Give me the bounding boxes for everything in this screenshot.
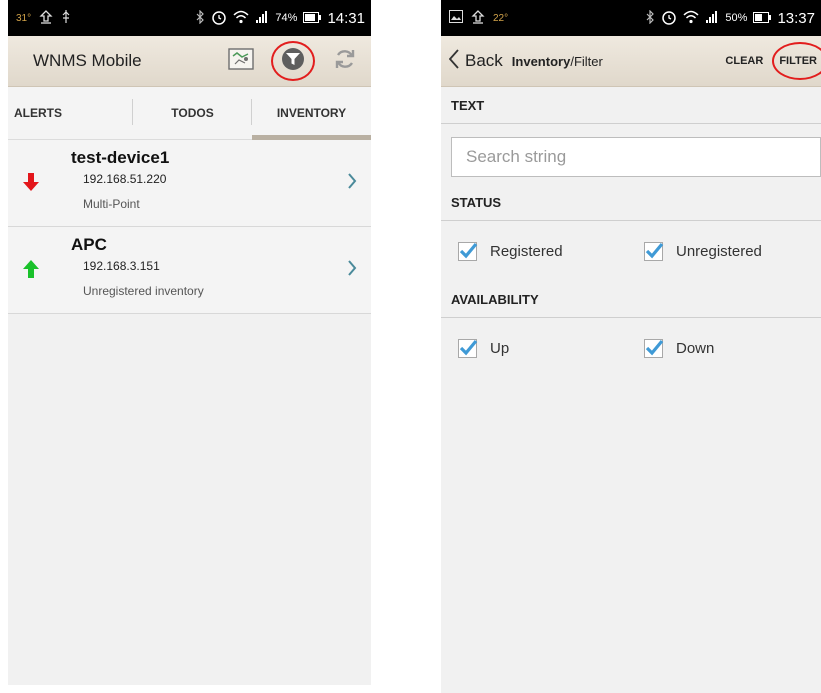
inventory-list: test-device1 192.168.51.220 Multi-Point … [8, 140, 371, 314]
upload-icon [471, 9, 485, 27]
back-label: Back [465, 51, 503, 70]
device-ip: 192.168.3.151 [83, 259, 160, 273]
arrow-up-icon [22, 259, 40, 279]
back-chevron-icon [448, 48, 459, 74]
status-options: Registered Unregistered [441, 221, 821, 281]
status-bar: 31° 74% 14:31 [8, 0, 371, 36]
signal-icon [705, 10, 719, 27]
action-bar: WNMS Mobile [8, 36, 371, 87]
checkbox-label: Down [676, 339, 715, 357]
checkbox-label: Registered [490, 242, 563, 260]
map-icon [228, 47, 254, 76]
tab-inventory[interactable]: INVENTORY [252, 87, 371, 140]
device-type: Multi-Point [83, 197, 140, 211]
alarm-icon [211, 9, 227, 28]
device-name: test-device1 [71, 148, 170, 167]
tab-label: INVENTORY [276, 106, 347, 120]
phone-screen-filter: 22° 50% 13:37 Back Inventory/Filter CLEA… [441, 0, 821, 693]
checkbox-box [458, 338, 478, 358]
section-heading-text: TEXT [441, 87, 821, 124]
refresh-icon [333, 47, 357, 76]
chevron-right-icon [347, 172, 357, 190]
checkmark-icon [459, 242, 478, 258]
filter-label: FILTER [779, 55, 817, 67]
chevron-right-icon [347, 259, 357, 277]
clock: 14:31 [327, 9, 365, 27]
phone-screen-inventory: 31° 74% 14:31 WNMS Mobile ALERTS TODOS I… [8, 0, 371, 685]
device-type: Unregistered inventory [83, 284, 204, 298]
breadcrumb: Inventory/Filter [512, 54, 603, 69]
checkbox-box [458, 241, 478, 261]
availability-options: Up Down [441, 318, 821, 378]
usb-icon [61, 9, 71, 27]
clock: 13:37 [777, 9, 815, 27]
checkmark-icon [459, 339, 478, 355]
checkmark-icon [645, 242, 664, 258]
checkbox-box [644, 338, 664, 358]
tab-label: ALERTS [14, 106, 62, 120]
tab-label: TODOS [171, 106, 214, 120]
breadcrumb-current: Filter [573, 53, 603, 69]
temperature-indicator: 31° [16, 12, 32, 24]
device-name: APC [71, 235, 107, 254]
action-bar: Back Inventory/Filter CLEAR FILTER [441, 36, 821, 87]
list-item[interactable]: test-device1 192.168.51.220 Multi-Point [8, 140, 371, 227]
back-button[interactable]: Back [441, 36, 503, 86]
bluetooth-icon [646, 9, 655, 27]
checkmark-icon [645, 339, 664, 355]
checkbox-box [644, 241, 664, 261]
search-input[interactable] [451, 137, 821, 177]
filter-button[interactable] [267, 36, 319, 86]
temperature-indicator: 22° [493, 12, 509, 24]
search-container [441, 124, 821, 184]
battery-percent: 50% [725, 12, 748, 24]
signal-icon [255, 10, 269, 27]
image-icon [449, 10, 463, 26]
status-bar: 22° 50% 13:37 [441, 0, 821, 36]
checkbox-up[interactable]: Up [458, 338, 510, 358]
checkbox-label: Unregistered [676, 242, 762, 260]
device-ip: 192.168.51.220 [83, 172, 167, 186]
list-item[interactable]: APC 192.168.3.151 Unregistered inventory [8, 227, 371, 314]
bluetooth-icon [196, 9, 205, 27]
arrow-down-icon [22, 172, 40, 192]
wifi-icon [683, 10, 699, 27]
section-heading-availability: AVAILABILITY [441, 281, 821, 318]
tab-bar: ALERTS TODOS INVENTORY [8, 87, 371, 140]
breadcrumb-parent: Inventory [511, 53, 571, 69]
refresh-button[interactable] [319, 36, 371, 86]
battery-icon [753, 11, 772, 26]
upload-icon [39, 9, 53, 27]
checkbox-down[interactable]: Down [644, 338, 715, 358]
tab-alerts[interactable]: ALERTS [8, 87, 133, 139]
app-title: WNMS Mobile [33, 51, 142, 70]
battery-percent: 74% [275, 12, 298, 24]
battery-icon [303, 11, 322, 26]
checkbox-registered[interactable]: Registered [458, 241, 563, 261]
wifi-icon [233, 10, 249, 27]
section-heading-status: STATUS [441, 184, 821, 221]
tab-todos[interactable]: TODOS [133, 87, 252, 139]
checkbox-unregistered[interactable]: Unregistered [644, 241, 762, 261]
alarm-icon [661, 9, 677, 28]
checkbox-label: Up [490, 339, 510, 357]
filter-apply-button[interactable]: FILTER [772, 36, 821, 86]
map-button[interactable] [215, 36, 267, 86]
clear-button[interactable]: CLEAR [725, 36, 763, 86]
filter-funnel-icon [281, 47, 305, 76]
clear-label: CLEAR [725, 55, 764, 67]
